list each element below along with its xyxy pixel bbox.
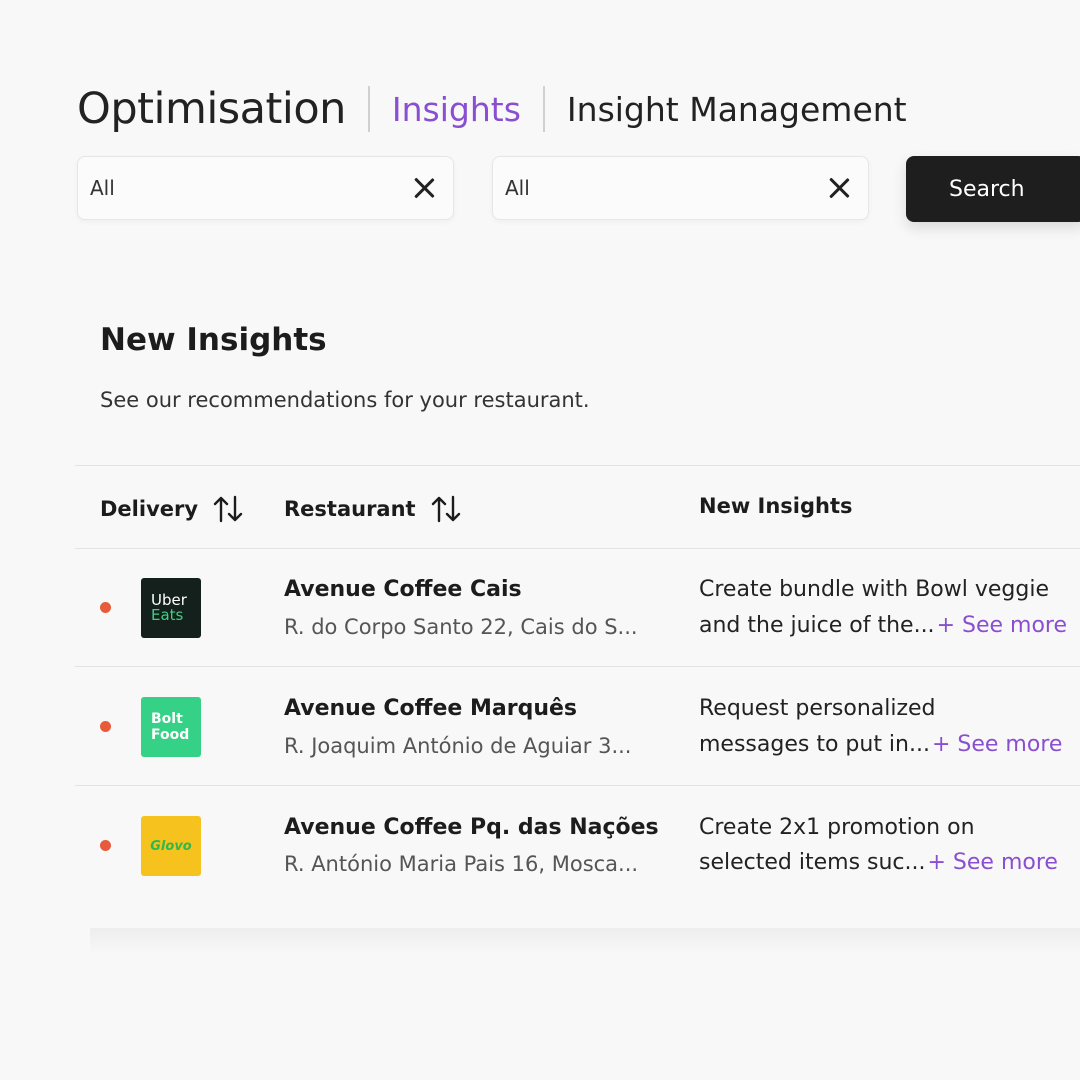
column-label: Restaurant — [284, 497, 416, 521]
insight-text-continued: and the juice of the... + See more — [699, 613, 1068, 638]
header-divider — [542, 86, 545, 132]
restaurant-name: Avenue Coffee Cais — [284, 577, 522, 602]
status-dot — [100, 602, 111, 613]
insight-text: Create 2x1 promotion on — [699, 815, 975, 840]
header-divider — [367, 86, 370, 132]
section-title: New Insights — [100, 322, 327, 358]
card-bottom-shadow — [90, 928, 1080, 954]
row-divider — [75, 666, 1080, 667]
row-divider — [75, 785, 1080, 786]
column-header-restaurant[interactable]: Restaurant — [284, 494, 462, 524]
column-header-delivery[interactable]: Delivery — [100, 494, 244, 524]
restaurant-filter[interactable]: All — [492, 156, 869, 220]
page-title: Optimisation — [77, 84, 346, 134]
insight-text: Create bundle with Bowl veggie — [699, 577, 1050, 602]
see-more-link[interactable]: + See more — [928, 850, 1058, 875]
see-more-link[interactable]: + See more — [932, 732, 1062, 757]
insight-text-continued: messages to put in... + See more — [699, 732, 1063, 757]
restaurant-address: R. do Corpo Santo 22, Cais do S... — [284, 615, 638, 639]
header-row-divider — [75, 548, 1080, 549]
tab-insight-management[interactable]: Insight Management — [567, 90, 907, 129]
filter-value: All — [90, 176, 115, 200]
page-header: Optimisation Insights Insight Management — [77, 84, 907, 134]
close-icon[interactable] — [411, 175, 437, 201]
section-subtitle: See our recommendations for your restaur… — [100, 388, 590, 412]
column-label: New Insights — [699, 494, 853, 518]
glovo-logo: Glovo — [141, 816, 201, 876]
sort-icon[interactable] — [212, 494, 244, 524]
filter-value: All — [505, 176, 530, 200]
restaurant-address: R. Joaquim António de Aguiar 3... — [284, 734, 632, 758]
status-dot — [100, 721, 111, 732]
delivery-filter[interactable]: All — [77, 156, 454, 220]
column-header-insights: New Insights — [699, 494, 853, 518]
search-button[interactable]: Search — [906, 156, 1080, 222]
close-icon[interactable] — [826, 175, 852, 201]
restaurant-address: R. António Maria Pais 16, Mosca... — [284, 852, 639, 876]
see-more-link[interactable]: + See more — [937, 613, 1067, 638]
sort-icon[interactable] — [430, 494, 462, 524]
status-dot — [100, 840, 111, 851]
bolt-food-logo: Bolt Food — [141, 697, 201, 757]
restaurant-name: Avenue Coffee Pq. das Nações — [284, 815, 659, 840]
column-label: Delivery — [100, 497, 199, 521]
table-top-divider — [75, 465, 1080, 466]
insight-text: Request personalized — [699, 696, 936, 721]
tab-insights[interactable]: Insights — [392, 90, 521, 129]
uber-eats-logo: Uber Eats — [141, 578, 201, 638]
restaurant-name: Avenue Coffee Marquês — [284, 696, 578, 721]
insight-text-continued: selected items suc... + See more — [699, 850, 1058, 875]
